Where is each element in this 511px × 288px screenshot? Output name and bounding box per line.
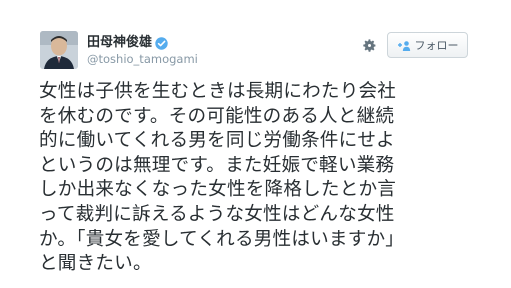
gear-icon[interactable]: [362, 38, 377, 53]
follow-button[interactable]: フォロー: [387, 32, 468, 58]
tweet-card: 田母神俊雄 @toshio_tamogami フォロー 女性は子供を生むときは長…: [0, 0, 511, 288]
tweet-text-line: って裁判に訴えるような女性はどんな女性: [39, 203, 395, 225]
tweet-text-line: を休むのです。その可能性のある人と継続: [39, 105, 395, 127]
display-name[interactable]: 田母神俊雄: [87, 35, 152, 51]
tweet-text-line: か。「貴女を愛してくれる男性はいますか」: [39, 228, 405, 250]
screen-name[interactable]: @toshio_tamogami: [87, 52, 198, 67]
tweet-text-line: しか出来なくなった女性を降格したとか言: [39, 179, 397, 201]
verified-badge-icon: [155, 36, 168, 50]
tweet-text-line: と聞きたい。: [39, 253, 152, 275]
follow-label: フォロー: [414, 39, 459, 52]
tweet-text-line: というのは無理です。また妊娠で軽い業務: [39, 154, 395, 176]
add-user-icon: [397, 40, 410, 51]
avatar[interactable]: [40, 31, 78, 69]
author-block: 田母神俊雄 @toshio_tamogami: [87, 35, 198, 67]
tweet-text: 女性は子供を生むときは長期にわたり会社 を休むのです。その可能性のある人と継続 …: [39, 80, 499, 277]
tweet-text-line: 的に働いてくれる男を同じ労働条件にせよ: [39, 130, 395, 152]
tweet-text-line: 女性は子供を生むときは長期にわたり会社: [39, 81, 397, 102]
author-name-link[interactable]: 田母神俊雄: [87, 35, 198, 51]
